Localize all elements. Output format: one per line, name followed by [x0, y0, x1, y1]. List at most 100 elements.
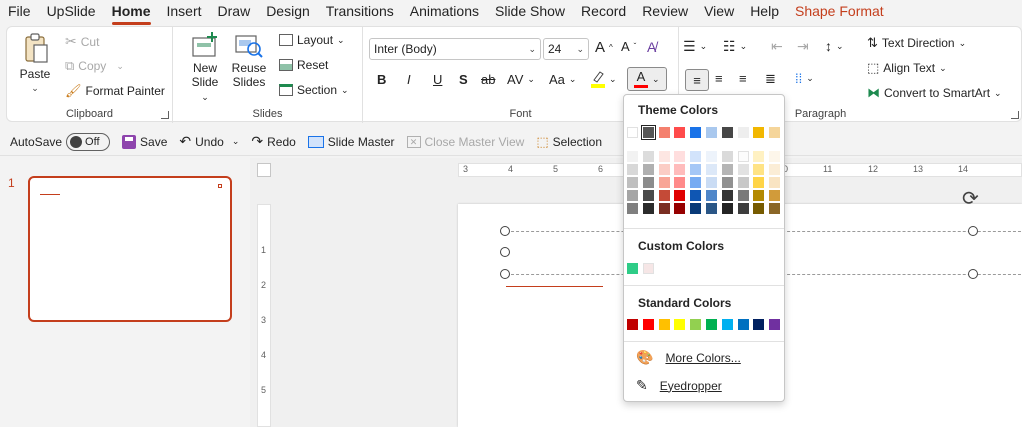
theme-color-swatch[interactable]	[769, 127, 781, 138]
theme-shade-swatch[interactable]	[706, 203, 717, 214]
new-slide-button[interactable]: New Slide ⌄	[187, 31, 223, 104]
menu-tab-shape-format[interactable]: Shape Format	[787, 0, 892, 22]
theme-shade-swatch[interactable]	[706, 151, 717, 162]
standard-color-swatch[interactable]	[737, 319, 749, 330]
underline-button[interactable]: U	[433, 72, 442, 87]
text-direction-button[interactable]: ⇅ Text Direction ⌄	[867, 35, 966, 51]
theme-shade-swatch[interactable]	[721, 190, 733, 201]
menu-tab-review[interactable]: Review	[634, 0, 696, 22]
resize-handle[interactable]	[968, 269, 978, 279]
theme-shade-swatch[interactable]	[690, 190, 702, 201]
theme-shade-swatch[interactable]	[658, 151, 670, 162]
theme-color-swatch[interactable]	[627, 127, 638, 138]
theme-shade-swatch[interactable]	[753, 203, 765, 214]
vertical-ruler[interactable]: 1 2 3 4 5	[257, 204, 271, 427]
menu-tab-design[interactable]: Design	[258, 0, 318, 22]
reuse-slides-button[interactable]: Reuse Slides	[229, 31, 269, 89]
theme-color-swatch[interactable]	[737, 127, 749, 138]
theme-shade-swatch[interactable]	[674, 190, 686, 201]
theme-shade-swatch[interactable]	[658, 190, 670, 201]
theme-shade-swatch[interactable]	[769, 177, 781, 188]
resize-handle[interactable]	[968, 226, 978, 236]
menu-tab-file[interactable]: File	[0, 0, 39, 22]
theme-color-swatch[interactable]	[640, 125, 656, 140]
theme-shade-swatch[interactable]	[658, 203, 670, 214]
highlight-color-button[interactable]: ⌄	[591, 70, 617, 88]
cut-button[interactable]: ✂ Cut	[65, 33, 99, 50]
dialog-launcher-icon[interactable]	[161, 111, 169, 119]
theme-color-swatch[interactable]	[706, 127, 717, 138]
theme-shade-swatch[interactable]	[706, 190, 717, 201]
standard-color-swatch[interactable]	[690, 319, 702, 330]
custom-color-swatch[interactable]	[627, 263, 638, 274]
align-center-button[interactable]: ≡	[715, 71, 723, 86]
menu-tab-animations[interactable]: Animations	[402, 0, 487, 22]
theme-shade-swatch[interactable]	[706, 177, 717, 188]
standard-color-swatch[interactable]	[642, 319, 654, 330]
section-button[interactable]: Section ⌄	[279, 83, 349, 97]
bold-button[interactable]: B	[377, 72, 386, 87]
menu-tab-record[interactable]: Record	[573, 0, 634, 22]
align-right-button[interactable]: ≡	[739, 71, 747, 86]
grow-font-button[interactable]: A ^	[595, 39, 613, 56]
theme-shade-swatch[interactable]	[721, 151, 733, 162]
theme-shade-swatch[interactable]	[769, 164, 781, 175]
theme-shade-swatch[interactable]	[721, 177, 733, 188]
clear-formatting-button[interactable]: A̸	[647, 39, 656, 55]
font-size-combo[interactable]: 24 ⌄	[543, 38, 589, 60]
theme-shade-swatch[interactable]	[642, 203, 654, 214]
custom-color-swatch[interactable]	[642, 263, 654, 274]
theme-shade-swatch[interactable]	[658, 177, 670, 188]
save-button[interactable]: Save	[122, 134, 167, 149]
rotate-handle-icon[interactable]: ⟳	[962, 186, 979, 211]
columns-button[interactable]: ⁞⁞ ⌄	[795, 71, 814, 86]
theme-shade-swatch[interactable]	[658, 164, 670, 175]
theme-shade-swatch[interactable]	[769, 190, 781, 201]
layout-button[interactable]: Layout ⌄	[279, 33, 345, 47]
theme-shade-swatch[interactable]	[753, 190, 765, 201]
standard-color-swatch[interactable]	[674, 319, 686, 330]
bullets-button[interactable]: ☰ ⌄	[683, 38, 707, 55]
change-case-button[interactable]: Aa ⌄	[549, 72, 576, 87]
theme-shade-swatch[interactable]	[690, 203, 702, 214]
align-text-button[interactable]: ⬚ Align Text ⌄	[867, 60, 947, 76]
theme-shade-swatch[interactable]	[753, 151, 765, 162]
menu-tab-help[interactable]: Help	[742, 0, 787, 22]
theme-shade-swatch[interactable]	[627, 164, 638, 175]
theme-shade-swatch[interactable]	[642, 151, 654, 162]
undo-button[interactable]: ↶ Undo ⌄	[179, 133, 239, 150]
theme-shade-swatch[interactable]	[690, 164, 702, 175]
shrink-font-button[interactable]: Aˇ	[621, 39, 636, 54]
close-master-view-button[interactable]: ✕ Close Master View	[406, 135, 524, 149]
theme-shade-swatch[interactable]	[674, 203, 686, 214]
theme-shade-swatch[interactable]	[769, 203, 781, 214]
theme-color-swatch[interactable]	[721, 127, 733, 138]
paste-button[interactable]: Paste ⌄	[13, 33, 57, 95]
dialog-launcher-icon[interactable]	[1011, 111, 1019, 119]
slide-master-button[interactable]: Slide Master	[307, 135, 395, 149]
align-left-button[interactable]: ≡	[685, 69, 709, 91]
theme-shade-swatch[interactable]	[753, 177, 765, 188]
more-colors-menu-item[interactable]: 🎨 More Colors...	[636, 349, 741, 366]
menu-tab-view[interactable]: View	[696, 0, 742, 22]
theme-shade-swatch[interactable]	[721, 203, 733, 214]
slide-thumbnail[interactable]	[28, 176, 232, 322]
line-spacing-button[interactable]: ↕ ⌄	[825, 38, 844, 54]
theme-shade-swatch[interactable]	[737, 203, 749, 214]
theme-shade-swatch[interactable]	[642, 177, 654, 188]
menu-tab-slide-show[interactable]: Slide Show	[487, 0, 573, 22]
theme-shade-swatch[interactable]	[674, 151, 686, 162]
numbering-button[interactable]: ☷ ⌄	[723, 38, 747, 55]
increase-indent-button[interactable]: ⇥	[797, 38, 809, 55]
standard-color-swatch[interactable]	[769, 319, 781, 330]
menu-tab-insert[interactable]: Insert	[159, 0, 210, 22]
font-color-button[interactable]: A ⌄	[627, 67, 667, 91]
menu-tab-home[interactable]: Home	[104, 0, 159, 25]
theme-shade-swatch[interactable]	[627, 177, 638, 188]
theme-shade-swatch[interactable]	[737, 190, 749, 201]
autosave-toggle[interactable]: Off	[66, 132, 111, 151]
theme-color-swatch[interactable]	[658, 127, 670, 138]
theme-shade-swatch[interactable]	[690, 151, 702, 162]
shadow-button[interactable]: S	[459, 72, 468, 87]
theme-shade-swatch[interactable]	[627, 203, 638, 214]
